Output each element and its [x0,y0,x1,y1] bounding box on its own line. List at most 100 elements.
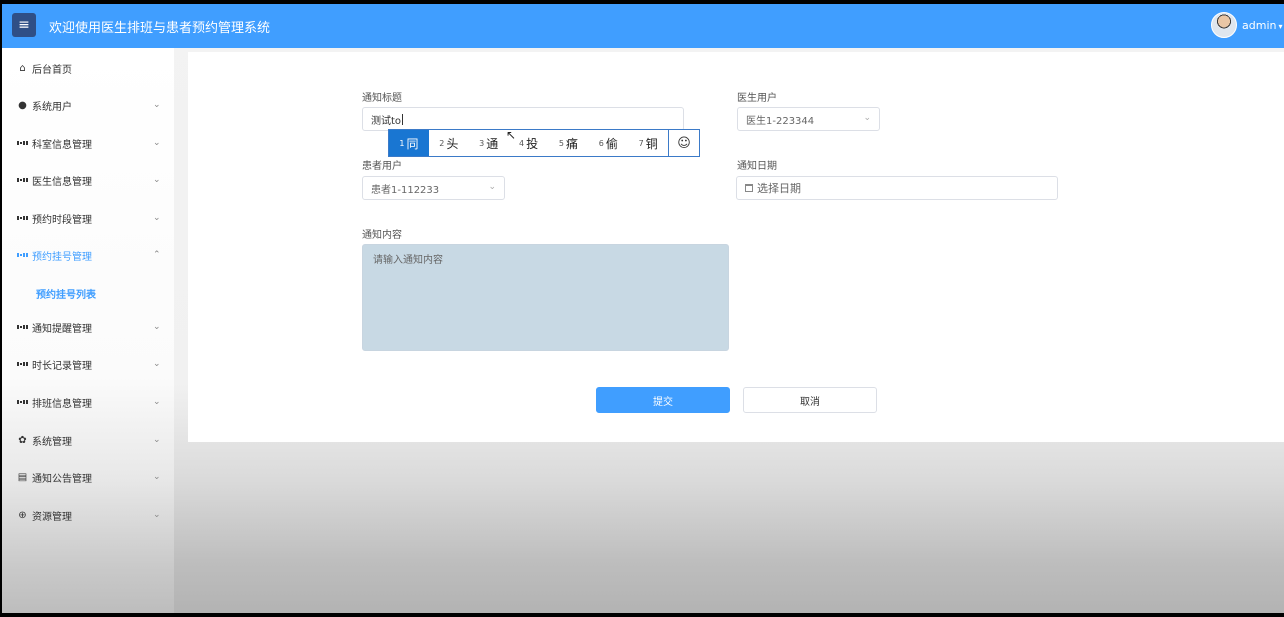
sidebar-item-notification[interactable]: 通知提醒管理 ⌄ [2,312,174,342]
sidebar-item-label: 系统用户 [32,101,72,113]
app-title: 欢迎使用医生排班与患者预约管理系统 [49,21,271,36]
emoji-icon[interactable]: ☺ [668,130,699,156]
ime-candidate-6[interactable]: 6偷 [588,130,628,156]
candidate-number: 7 [638,138,644,148]
ime-candidate-7[interactable]: 7铜 [628,130,668,156]
sidebar: ⌂ 后台首页 ● 系统用户 ⌄ 科室信息管理 ⌄ 医生信息管理 ⌄ 预约时段管理… [2,48,174,613]
grid-icon [17,213,28,224]
sidebar-item-system[interactable]: ✿ 系统管理 ⌄ [2,425,174,455]
gear-icon: ✿ [18,434,27,446]
mouse-cursor-icon: ↖ [506,128,517,142]
candidate-text: 头 [446,136,459,151]
date-picker[interactable]: 选择日期 [736,176,1058,200]
sidebar-item-home[interactable]: ⌂ 后台首页 [2,53,174,83]
candidate-text: 投 [526,136,539,151]
user-menu[interactable]: admin ▾ [1242,19,1282,32]
candidate-number: 1 [399,138,405,148]
grid-icon [17,322,28,333]
hamburger-icon[interactable]: ≡ [12,13,36,37]
top-header: ≡ 欢迎使用医生排班与患者预约管理系统 admin ▾ [2,4,1284,48]
grid-icon [17,359,28,370]
chevron-down-icon: ⌄ [153,175,161,185]
chevron-up-icon: ⌃ [153,250,161,260]
candidate-number: 4 [519,138,525,148]
patient-label: 患者用户 [362,161,402,172]
sidebar-item-label: 时长记录管理 [32,360,92,372]
calendar-icon [745,184,753,192]
patient-select[interactable]: 患者1-112233 ⌄ [362,176,505,200]
user-icon: ● [18,99,27,111]
sidebar-item-department[interactable]: 科室信息管理 ⌄ [2,128,174,158]
sidebar-item-label: 通知提醒管理 [32,323,92,335]
candidate-number: 2 [439,138,445,148]
form-card [188,52,1284,442]
content-placeholder: 请输入通知内容 [373,255,443,266]
chevron-down-icon: ⌄ [153,138,161,148]
cancel-button[interactable]: 取消 [743,387,877,413]
grid-icon [17,397,28,408]
candidate-number: 5 [558,138,564,148]
candidate-text: 痛 [565,136,578,151]
chevron-down-icon: ⌄ [153,472,161,482]
candidate-number: 6 [598,138,604,148]
candidate-number: 3 [479,138,485,148]
date-label: 通知日期 [737,161,777,172]
ime-candidate-5[interactable]: 5痛 [549,130,589,156]
title-label: 通知标题 [362,93,402,104]
candidate-text: 通 [486,136,499,151]
sidebar-item-time-slot[interactable]: 预约时段管理 ⌄ [2,203,174,233]
chevron-down-icon: ⌄ [863,113,871,123]
grid-icon [17,138,28,149]
patient-select-value: 患者1-112233 [371,184,440,196]
content-label: 通知内容 [362,230,402,241]
sidebar-item-label: 预约时段管理 [32,214,92,226]
ime-candidate-bar[interactable]: 1同 2头 3通 4投 5痛 6偷 7铜 ☺ [388,129,700,157]
doctor-select[interactable]: 医生1-223344 ⌄ [737,107,880,131]
sidebar-item-duration[interactable]: 时长记录管理 ⌄ [2,349,174,379]
sidebar-item-system-users[interactable]: ● 系统用户 ⌄ [2,90,174,120]
chevron-down-icon: ⌄ [488,182,496,192]
chevron-down-icon: ⌄ [153,322,161,332]
chevron-down-icon: ⌄ [153,397,161,407]
grid-icon [17,250,28,261]
sidebar-item-resource[interactable]: ⊕ 资源管理 ⌄ [2,500,174,530]
date-placeholder: 选择日期 [757,182,801,195]
ime-candidate-1[interactable]: 1同 [389,130,429,156]
sidebar-item-announcement[interactable]: ▤ 通知公告管理 ⌄ [2,462,174,492]
sidebar-item-label: 医生信息管理 [32,176,92,188]
sidebar-item-label: 资源管理 [32,511,72,523]
chevron-down-icon: ⌄ [153,435,161,445]
candidate-text: 铜 [645,136,658,151]
sidebar-item-label: 科室信息管理 [32,139,92,151]
sidebar-item-doctor-info[interactable]: 医生信息管理 ⌄ [2,165,174,195]
sidebar-item-label: 预约挂号管理 [32,251,92,263]
username: admin [1242,19,1277,32]
sidebar-item-label: 排班信息管理 [32,398,92,410]
home-icon: ⌂ [19,62,26,74]
sidebar-item-label: 系统管理 [32,436,72,448]
avatar[interactable] [1211,12,1237,38]
sidebar-subitem-registration-list[interactable]: 预约挂号列表 [36,286,96,301]
document-icon: ▤ [17,471,28,483]
doctor-select-value: 医生1-223344 [746,115,815,127]
ime-candidate-2[interactable]: 2头 [429,130,469,156]
chevron-down-icon: ⌄ [153,359,161,369]
chevron-down-icon: ▾ [1278,22,1283,31]
sidebar-item-label: 后台首页 [32,64,72,76]
sidebar-item-registration[interactable]: 预约挂号管理 ⌃ [2,240,174,270]
chevron-down-icon: ⌄ [153,100,161,110]
grid-icon [17,175,28,186]
sidebar-item-schedule[interactable]: 排班信息管理 ⌄ [2,387,174,417]
title-input-value: 测试to [371,115,402,127]
doctor-label: 医生用户 [737,93,777,104]
title-input[interactable]: 测试to [362,107,684,131]
chevron-down-icon: ⌄ [153,213,161,223]
submit-button[interactable]: 提交 [596,387,730,413]
candidate-text: 偷 [605,136,618,151]
sidebar-item-label: 通知公告管理 [32,473,92,485]
chevron-down-icon: ⌄ [153,510,161,520]
plus-circle-icon: ⊕ [18,509,27,521]
ime-candidate-3[interactable]: 3通 [469,130,509,156]
content-textarea[interactable]: 请输入通知内容 [362,244,729,351]
candidate-text: 同 [406,136,419,151]
